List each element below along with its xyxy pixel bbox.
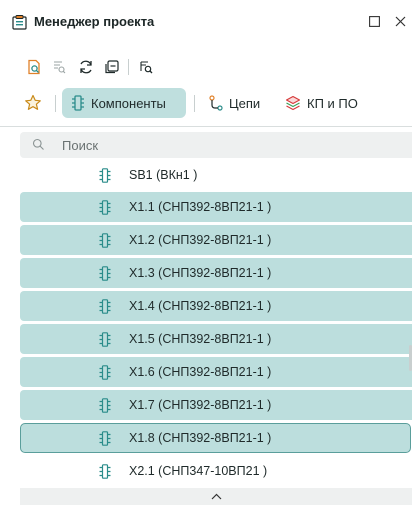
component-icon	[99, 266, 111, 281]
view-tabs: Компоненты Цепи КП и ПО	[0, 88, 412, 118]
list-item-label: X1.7 (СНП392-8ВП21-1 )	[129, 398, 272, 412]
layers-icon	[285, 95, 301, 111]
tab-nets[interactable]: Цепи	[203, 88, 271, 118]
search-input[interactable]	[62, 136, 362, 154]
refresh-icon	[80, 60, 92, 74]
tab-pads-vias-label: КП и ПО	[307, 95, 358, 111]
component-icon	[99, 168, 111, 183]
list-item[interactable]: X1.2 (СНП392-8ВП21-1 )	[20, 225, 412, 255]
list-item-label: X1.2 (СНП392-8ВП21-1 )	[129, 233, 272, 247]
list-item[interactable]: X1.7 (СНП392-8ВП21-1 )	[20, 390, 412, 420]
refresh-button[interactable]	[75, 56, 97, 78]
net-icon	[209, 95, 223, 111]
list-item-label: X1.3 (СНП392-8ВП21-1 )	[129, 266, 272, 280]
title-bar: Менеджер проекта	[0, 0, 412, 44]
find-text-button[interactable]	[48, 56, 70, 78]
tab-pads-vias[interactable]: КП и ПО	[279, 88, 375, 118]
tab-components-label: Компоненты	[91, 95, 166, 111]
search-replace-icon	[140, 61, 153, 74]
list-item[interactable]: X1.6 (СНП392-8ВП21-1 )	[20, 357, 412, 387]
list-item[interactable]: X1.1 (СНП392-8ВП21-1 )	[20, 192, 412, 222]
list-item[interactable]: X2.1 (СНП347-10ВП21 )	[20, 456, 412, 486]
list-item-label: X1.8 (СНП392-8ВП21-1 )	[129, 431, 272, 445]
component-icon	[99, 233, 111, 248]
project-manager-icon	[12, 15, 27, 30]
component-icon	[99, 431, 111, 446]
favorites-star-icon[interactable]	[24, 94, 42, 112]
list-item[interactable]: X1.5 (СНП392-8ВП21-1 )	[20, 324, 412, 354]
list-item-focused[interactable]: X1.8 (СНП392-8ВП21-1 )	[20, 423, 411, 453]
component-icon	[99, 398, 111, 413]
tab-components[interactable]: Компоненты	[62, 88, 186, 118]
component-icon	[99, 332, 111, 347]
search-icon	[32, 138, 44, 150]
component-icon	[99, 464, 111, 479]
tab-separator	[55, 95, 56, 112]
component-icon	[99, 299, 111, 314]
list-item[interactable]: X1.3 (СНП392-8ВП21-1 )	[20, 258, 412, 288]
toolbar-separator	[128, 59, 129, 75]
search-box[interactable]	[20, 132, 412, 158]
tab-separator	[194, 95, 195, 112]
close-button[interactable]	[392, 13, 408, 29]
open-project-button[interactable]	[23, 56, 45, 78]
maximize-button[interactable]	[366, 13, 382, 29]
window-title: Менеджер проекта	[34, 14, 155, 29]
divider	[0, 126, 412, 127]
search-replace-button[interactable]	[135, 56, 157, 78]
list-item-label: X1.1 (СНП392-8ВП21-1 )	[129, 200, 272, 214]
list-item[interactable]: SB1 (ВКн1 )	[20, 160, 412, 190]
list-item-label: X1.6 (СНП392-8ВП21-1 )	[129, 365, 272, 379]
list-item-label: X1.5 (СНП392-8ВП21-1 )	[129, 332, 272, 346]
component-icon	[72, 95, 84, 111]
scroll-down-bar[interactable]	[20, 488, 412, 505]
list-item-label: SB1 (ВКн1 )	[129, 168, 198, 182]
open-project-icon	[28, 59, 40, 75]
list-item-label: X2.1 (СНП347-10ВП21 )	[129, 464, 268, 478]
toolbar	[0, 56, 412, 80]
tab-nets-label: Цепи	[229, 95, 261, 111]
collapse-icon	[105, 60, 119, 74]
component-icon	[99, 365, 111, 380]
chevron-up-icon	[211, 493, 221, 500]
component-icon	[99, 200, 111, 215]
list-item-label: X1.4 (СНП392-8ВП21-1 )	[129, 299, 272, 313]
find-text-icon	[54, 61, 66, 74]
collapse-button[interactable]	[101, 56, 123, 78]
list-item[interactable]: X1.4 (СНП392-8ВП21-1 )	[20, 291, 412, 321]
